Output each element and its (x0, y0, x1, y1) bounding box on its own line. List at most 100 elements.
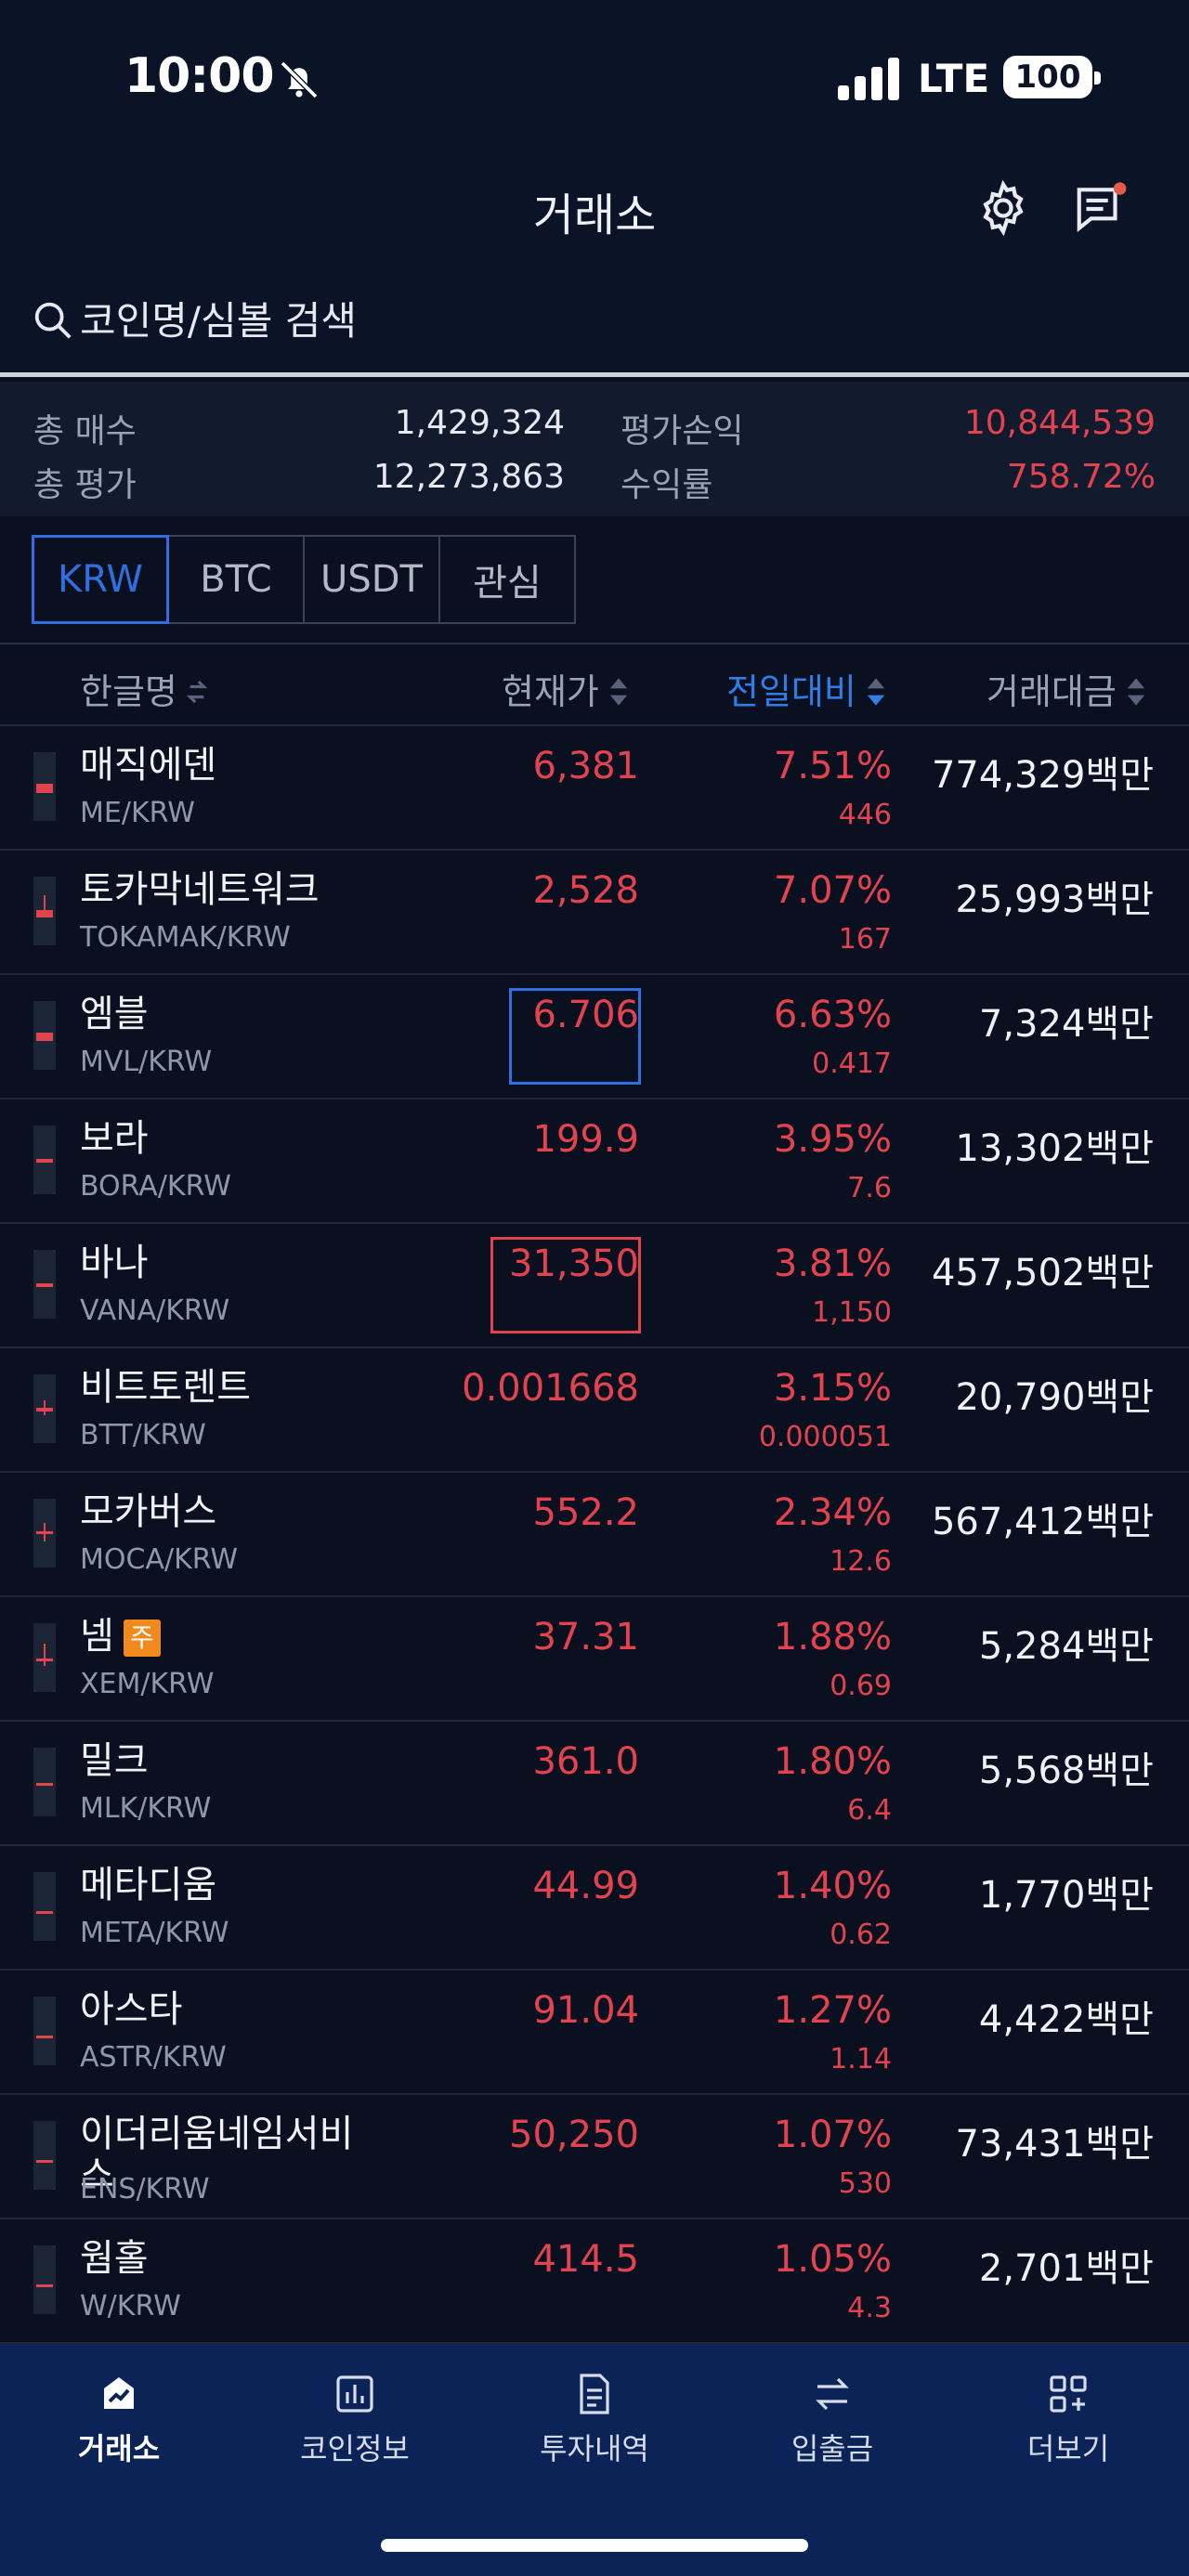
home-indicator[interactable] (381, 2539, 808, 2552)
table-row[interactable]: 이더리움네임서비스 ENS/KRW 50,250 1.07% 530 73,43… (0, 2095, 1189, 2219)
change-percent: 1.07% (773, 2114, 892, 2156)
bottom-nav: 거래소 코인정보 투자내역 입출금 더보기 (0, 2344, 1189, 2576)
coin-name: 비트토렌트 (80, 1366, 251, 1409)
network-type: LTE (918, 56, 990, 101)
total-eval-label: 총 평가 (33, 466, 137, 504)
trade-volume: 5,568백만 (978, 1750, 1154, 1792)
column-headers: 한글명 현재가 전일대비 거래대금 (0, 644, 1189, 726)
candle-body (36, 1408, 53, 1412)
sort-volume[interactable]: 거래대금 (986, 663, 1146, 714)
change-amount: 0.69 (830, 1670, 892, 1702)
table-row[interactable]: 엠블 MVL/KRW 6.706 6.63% 0.417 7,324백만 (0, 975, 1189, 1099)
coin-symbol: MVL/KRW (80, 1046, 213, 1078)
mini-candle-chart (33, 752, 56, 821)
nav-more[interactable]: 더보기 (985, 2372, 1152, 2468)
coin-symbol: BORA/KRW (80, 1170, 231, 1203)
nav-deposit-withdraw[interactable]: 입출금 (749, 2372, 916, 2468)
nav-more-label: 더보기 (1026, 2431, 1110, 2466)
nav-exchange-label: 거래소 (77, 2431, 161, 2466)
table-row[interactable]: 비트토렌트 BTT/KRW 0.001668 3.15% 0.000051 20… (0, 1348, 1189, 1473)
table-row[interactable]: 바나 VANA/KRW 31,350 3.81% 1,150 457,502백만 (0, 1224, 1189, 1348)
table-row[interactable]: 웜홀 W/KRW 414.5 1.05% 4.3 2,701백만 (0, 2219, 1189, 2344)
coin-price: 0.001668 (462, 1367, 639, 1410)
tab-krw[interactable]: KRW (32, 535, 169, 624)
trade-volume: 2,701백만 (978, 2247, 1154, 2290)
coin-price: 50,250 (509, 2114, 639, 2156)
trade-volume: 1,770백만 (978, 1874, 1154, 1917)
coin-symbol: VANA/KRW (80, 1295, 230, 1327)
change-percent: 3.15% (773, 1367, 892, 1410)
table-row[interactable]: 모카버스 MOCA/KRW 552.2 2.34% 12.6 567,412백만 (0, 1473, 1189, 1597)
change-amount: 6.4 (847, 1794, 892, 1827)
column-volume-label: 거래대금 (986, 671, 1117, 712)
coin-symbol: W/KRW (80, 2290, 181, 2322)
coin-name: 웜홀 (80, 2237, 149, 2280)
coin-price: 552.2 (532, 1491, 639, 1534)
change-amount: 7.6 (847, 1172, 892, 1204)
mini-candle-chart (33, 877, 56, 945)
nav-deposit-withdraw-label: 입출금 (790, 2431, 874, 2466)
trade-volume: 774,329백만 (931, 754, 1154, 797)
candle-wick (44, 1644, 46, 1666)
profit-loss-value: 10,844,539 (963, 404, 1156, 442)
coin-symbol: META/KRW (80, 1917, 229, 1949)
change-percent: 1.27% (773, 1989, 892, 2032)
table-row[interactable]: 토카막네트워크 TOKAMAK/KRW 2,528 7.07% 167 25,9… (0, 851, 1189, 975)
grid-plus-icon (1050, 2375, 1087, 2413)
mini-candle-chart (33, 1374, 56, 1443)
coin-price: 44.99 (532, 1865, 639, 1907)
table-row[interactable]: 넴주 XEM/KRW 37.31 1.88% 0.69 5,284백만 (0, 1597, 1189, 1722)
coin-symbol: ENS/KRW (80, 2173, 210, 2205)
gear-icon[interactable] (973, 178, 1033, 238)
sort-name[interactable]: 한글명 (80, 663, 207, 714)
table-row[interactable]: 보라 BORA/KRW 199.9 3.95% 7.6 13,302백만 (0, 1099, 1189, 1224)
tab-btc[interactable]: BTC (167, 535, 305, 624)
nav-investments[interactable]: 투자내역 (511, 2372, 678, 2468)
search-input[interactable] (80, 293, 916, 347)
coin-symbol: XEM/KRW (80, 1668, 215, 1700)
mini-candle-chart (33, 1001, 56, 1070)
profit-loss-label: 평가손익 (621, 412, 744, 450)
table-row[interactable]: 매직에덴 ME/KRW 6,381 7.51% 446 774,329백만 (0, 726, 1189, 851)
coin-price: 6,381 (532, 745, 639, 787)
sort-arrows-icon (1127, 678, 1145, 706)
coin-price: 31,350 (509, 1242, 639, 1285)
table-row[interactable]: 메타디움 META/KRW 44.99 1.40% 0.62 1,770백만 (0, 1846, 1189, 1971)
candle-body (36, 1659, 53, 1661)
notification-chat-icon[interactable] (1072, 180, 1130, 238)
tab-favorites[interactable]: 관심 (438, 535, 576, 624)
table-row[interactable]: 밀크 MLK/KRW 361.0 1.80% 6.4 5,568백만 (0, 1722, 1189, 1846)
trade-volume: 13,302백만 (955, 1127, 1154, 1170)
coin-name: 바나 (80, 1242, 149, 1284)
change-percent: 1.05% (773, 2238, 892, 2281)
mini-candle-chart (33, 1499, 56, 1568)
nav-investments-label: 투자내역 (540, 2431, 649, 2466)
return-rate-label: 수익률 (621, 466, 713, 504)
mini-candle-chart (33, 2245, 56, 2314)
sort-change[interactable]: 전일대비 (726, 663, 886, 714)
sort-arrows-icon (609, 678, 628, 706)
mini-candle-chart (33, 1872, 56, 1941)
coin-symbol: BTT/KRW (80, 1419, 206, 1451)
exchange-icon (104, 2377, 134, 2409)
trade-volume: 567,412백만 (931, 1501, 1154, 1543)
change-percent: 2.34% (773, 1491, 892, 1534)
coin-price: 2,528 (532, 869, 639, 912)
candle-body (36, 1783, 53, 1786)
column-price-label: 현재가 (502, 671, 599, 712)
change-percent: 3.81% (773, 1242, 892, 1285)
coin-symbol: ASTR/KRW (80, 2041, 227, 2074)
nav-exchange[interactable]: 거래소 (35, 2372, 203, 2468)
tab-usdt[interactable]: USDT (303, 535, 440, 624)
battery-icon: 100 (1003, 56, 1101, 98)
caution-badge: 주 (123, 1620, 161, 1657)
coin-price: 199.9 (532, 1118, 639, 1161)
change-percent: 1.40% (773, 1865, 892, 1907)
sort-price[interactable]: 현재가 (502, 663, 629, 714)
table-row[interactable]: 아스타 ASTR/KRW 91.04 1.27% 1.14 4,422백만 (0, 1971, 1189, 2095)
column-change-label: 전일대비 (726, 671, 856, 712)
nav-coin-info[interactable]: 코인정보 (271, 2372, 438, 2468)
candle-body (36, 1911, 53, 1914)
mini-candle-chart (33, 1623, 56, 1692)
change-amount: 446 (838, 799, 892, 831)
